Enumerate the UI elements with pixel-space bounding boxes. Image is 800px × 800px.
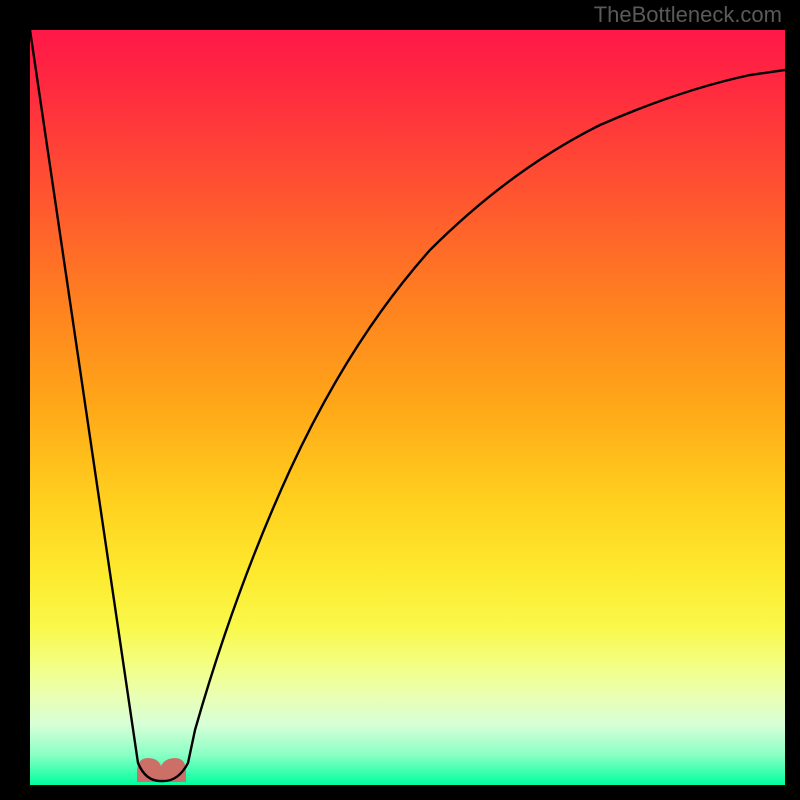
chart-svg <box>30 30 785 785</box>
zone-of-interest <box>137 758 186 782</box>
chart-canvas <box>30 30 785 785</box>
bottleneck-curve <box>30 30 785 781</box>
attribution-link[interactable]: TheBottleneck.com <box>594 2 782 28</box>
